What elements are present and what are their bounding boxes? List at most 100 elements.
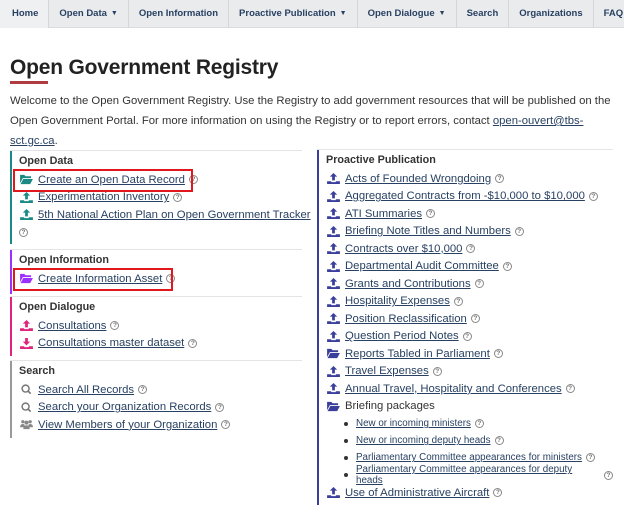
help-icon[interactable]: ?: [494, 436, 504, 446]
help-line: ?: [19, 224, 302, 241]
open-information-heading: Open Information: [19, 254, 109, 266]
consultations-link[interactable]: Consultations: [38, 320, 106, 332]
help-icon[interactable]: ?: [215, 402, 225, 412]
search-panel: Search Search All Records ? Search your …: [10, 361, 302, 438]
briefing-packages-list: New or incoming ministers? New or incomin…: [326, 415, 613, 486]
search-all-records-link[interactable]: Search All Records: [38, 384, 134, 396]
proactive-item: Aggregated Contracts from -$10,000 to $1…: [326, 188, 613, 206]
help-icon[interactable]: ?: [470, 314, 480, 324]
action-plan-tracker-link[interactable]: 5th National Action Plan on Open Governm…: [38, 209, 311, 221]
view-members-link[interactable]: View Members of your Organization: [38, 419, 217, 431]
search-org-records-link[interactable]: Search your Organization Records: [38, 401, 211, 413]
nav-organizations-label: Organizations: [519, 8, 583, 19]
proactive-item-link[interactable]: Hospitality Expenses: [345, 295, 450, 307]
folder-open-icon: [326, 348, 340, 360]
proactive-item: Reports Tabled in Parliament?: [326, 345, 613, 363]
briefing-package-item: New or incoming ministers?: [344, 415, 613, 432]
upload-icon: [326, 208, 340, 220]
help-icon[interactable]: ?: [466, 244, 476, 254]
help-icon[interactable]: ?: [493, 349, 503, 359]
proactive-item-link[interactable]: Briefing Note Titles and Numbers: [345, 225, 511, 237]
help-icon[interactable]: ?: [474, 279, 484, 289]
help-icon[interactable]: ?: [588, 191, 598, 201]
nav-open-information[interactable]: Open Information: [129, 0, 230, 28]
help-icon[interactable]: ?: [173, 192, 183, 202]
proactive-item-link[interactable]: Departmental Audit Committee: [345, 260, 499, 272]
nav-open-dialogue[interactable]: Open Dialogue ▼: [358, 0, 457, 28]
proactive-item-link[interactable]: Contracts over $10,000: [345, 243, 462, 255]
briefing-packages-label: Briefing packages: [345, 400, 435, 413]
help-icon[interactable]: ?: [493, 488, 503, 497]
upload-icon: [19, 320, 33, 332]
chevron-down-icon: ▼: [339, 10, 347, 17]
nav-faq[interactable]: FAQ: [594, 0, 624, 28]
administrative-aircraft-link[interactable]: Use of Administrative Aircraft: [345, 487, 489, 499]
upload-icon: [326, 260, 340, 272]
bullet-icon: [344, 473, 348, 478]
open-dialogue-panel: Open Dialogue Consultations ? Consultati…: [10, 297, 302, 356]
top-navigation: Home Open Data ▼ Open Information Proacti…: [0, 0, 624, 28]
open-data-item-action-plan: 5th National Action Plan on Open Governm…: [19, 206, 311, 224]
upload-icon: [326, 278, 340, 290]
nav-search-label: Search: [466, 8, 499, 19]
briefing-package-item: Parliamentary Committee appearances for …: [344, 464, 613, 486]
proactive-item-link[interactable]: Acts of Founded Wrongdoing: [345, 173, 491, 185]
open-dialogue-heading: Open Dialogue: [19, 301, 96, 313]
upload-icon: [19, 191, 33, 203]
briefing-package-link[interactable]: Parliamentary Committee appearances for …: [356, 464, 600, 486]
bullet-icon: [344, 438, 348, 443]
users-icon: [19, 419, 33, 431]
nav-organizations[interactable]: Organizations: [509, 0, 594, 28]
open-dialogue-item-consultations: Consultations ?: [19, 317, 302, 335]
highlight-box: [13, 268, 173, 291]
proactive-item: ATI Summaries?: [326, 205, 613, 223]
help-icon[interactable]: ?: [462, 331, 472, 341]
search-item-all-records: Search All Records ?: [19, 381, 302, 399]
help-icon[interactable]: ?: [453, 296, 463, 306]
intro-paragraph: Welcome to the Open Government Registry.…: [10, 91, 615, 151]
help-icon[interactable]: ?: [188, 338, 198, 348]
nav-home[interactable]: Home: [0, 0, 50, 28]
help-icon[interactable]: ?: [110, 321, 120, 331]
nav-home-label: Home: [12, 8, 39, 19]
proactive-item-link[interactable]: Question Period Notes: [345, 330, 459, 342]
briefing-package-link[interactable]: Parliamentary Committee appearances for …: [356, 452, 582, 463]
nav-open-data[interactable]: Open Data ▼: [49, 0, 129, 28]
briefing-package-link[interactable]: New or incoming deputy heads: [356, 435, 491, 446]
help-icon[interactable]: ?: [19, 227, 28, 237]
help-icon[interactable]: ?: [138, 385, 148, 395]
proactive-item-link[interactable]: Travel Expenses: [345, 365, 429, 377]
chevron-down-icon: ▼: [438, 10, 446, 17]
help-icon[interactable]: ?: [495, 174, 505, 184]
proactive-item-link[interactable]: Annual Travel, Hospitality and Conferenc…: [345, 383, 562, 395]
proactive-item-link[interactable]: Grants and Contributions: [345, 278, 471, 290]
help-icon[interactable]: ?: [604, 470, 613, 480]
help-icon[interactable]: ?: [474, 419, 484, 429]
nav-proactive-publication[interactable]: Proactive Publication ▼: [229, 0, 358, 28]
proactive-item: Question Period Notes?: [326, 328, 613, 346]
help-icon[interactable]: ?: [585, 453, 595, 463]
open-data-panel: Open Data Create an Open Data Record ? E…: [10, 151, 311, 244]
nav-search[interactable]: Search: [457, 0, 510, 28]
help-icon[interactable]: ?: [426, 209, 435, 219]
proactive-item-link[interactable]: Position Reclassification: [345, 313, 467, 325]
help-icon[interactable]: ?: [514, 226, 524, 236]
briefing-package-link[interactable]: New or incoming ministers: [356, 418, 471, 429]
proactive-item-link[interactable]: Reports Tabled in Parliament: [345, 348, 490, 360]
proactive-item-link[interactable]: ATI Summaries: [345, 208, 422, 220]
nav-open-information-label: Open Information: [138, 8, 219, 19]
help-icon[interactable]: ?: [432, 366, 442, 376]
help-icon[interactable]: ?: [502, 261, 512, 271]
proactive-item: Grants and Contributions?: [326, 275, 613, 293]
help-icon[interactable]: ?: [221, 420, 231, 430]
upload-icon: [326, 225, 340, 237]
upload-icon: [19, 209, 33, 221]
consultations-master-dataset-link[interactable]: Consultations master dataset: [38, 337, 184, 349]
nav-open-dialogue-label: Open Dialogue: [367, 8, 435, 19]
help-icon[interactable]: ?: [565, 384, 575, 394]
proactive-publication-heading: Proactive Publication: [326, 154, 436, 166]
upload-icon: [326, 365, 340, 377]
proactive-item-link[interactable]: Aggregated Contracts from -$10,000 to $1…: [345, 190, 585, 202]
experimentation-inventory-link[interactable]: Experimentation Inventory: [38, 191, 169, 203]
highlight-box: [13, 169, 193, 192]
